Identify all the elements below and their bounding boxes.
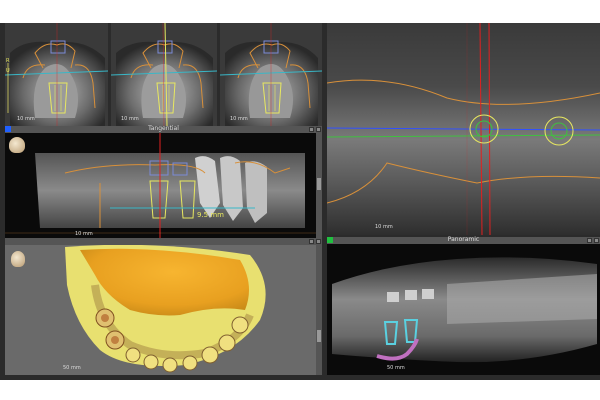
crosssection-view-3[interactable]: 10 mm	[220, 23, 322, 126]
minimize-view-button[interactable]	[309, 239, 314, 244]
maximize-view-button[interactable]	[316, 239, 321, 244]
maximize-view-button[interactable]	[594, 238, 599, 243]
head-orientation-icon[interactable]	[11, 251, 25, 267]
maximize-view-button[interactable]	[316, 127, 321, 132]
crosssection-image-3	[220, 23, 322, 126]
crosssection-view-1[interactable]: R U 10 mm	[5, 23, 108, 126]
panoramic-view[interactable]: 50 mm	[327, 244, 600, 375]
crosssection-2-scale-label: 10 mm	[121, 116, 139, 122]
tangential-measure-label: 9.5 mm	[197, 211, 224, 219]
render3d-view[interactable]: 50 mm	[5, 245, 316, 375]
implant-planning-app: R U 10 mm 10 mm 10 mm Tangential 9.5 mm …	[0, 23, 600, 380]
crosssection-view-2[interactable]: 10 mm	[111, 23, 217, 126]
minimize-view-button[interactable]	[587, 238, 592, 243]
tangential-scrollbar[interactable]	[316, 133, 322, 238]
tangential-scale-label: 10 mm	[75, 231, 93, 237]
active-view-indicator	[327, 237, 333, 243]
render3d-image	[5, 245, 316, 375]
crosssection-1-scale-label: 10 mm	[17, 116, 35, 122]
crosssection-image-2	[111, 23, 217, 126]
axial-image	[327, 23, 600, 235]
render3d-scrollbar[interactable]	[316, 245, 322, 375]
crosssection-3-scale-label: 10 mm	[230, 116, 248, 122]
head-orientation-icon[interactable]	[9, 137, 25, 153]
panoramic-image	[327, 244, 600, 375]
active-view-indicator	[5, 126, 11, 132]
minimize-view-button[interactable]	[309, 127, 314, 132]
render3d-scale-label: 50 mm	[63, 365, 81, 371]
tangential-image	[5, 133, 316, 238]
tangential-view-title: Tangential	[148, 125, 179, 132]
tangential-view[interactable]: 9.5 mm 10 mm	[5, 133, 316, 238]
panoramic-scale-label: 50 mm	[387, 365, 405, 371]
panoramic-view-titlebar[interactable]: Panoramic	[327, 236, 600, 244]
tangential-view-titlebar[interactable]: Tangential	[5, 125, 322, 133]
axial-view[interactable]: 10 mm	[327, 23, 600, 235]
crosssection-1-side-label-2: U	[6, 68, 10, 74]
axial-scale-label: 10 mm	[375, 224, 393, 230]
panoramic-view-title: Panoramic	[447, 236, 480, 243]
render3d-scrollbar-thumb[interactable]	[317, 330, 321, 342]
render3d-view-titlebar[interactable]	[5, 238, 322, 245]
crosssection-image-1	[5, 23, 108, 126]
crosssection-1-side-label: R	[6, 58, 10, 64]
tangential-scrollbar-thumb[interactable]	[317, 178, 321, 190]
